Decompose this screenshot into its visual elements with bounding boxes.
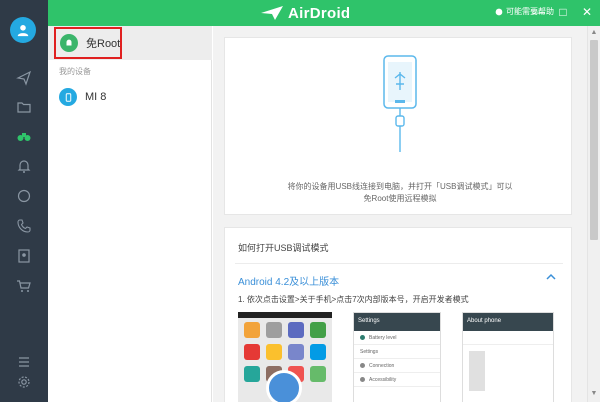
window-controls: — □ ✕ [532,3,594,21]
phone-device-icon [59,88,77,106]
user-icon [17,25,29,37]
brand-logo: AirDroid [260,3,350,23]
scroll-down-icon[interactable]: ▼ [590,390,598,398]
settings-app-icon [266,370,302,402]
vertical-scrollbar[interactable]: ▲ ▼ [587,26,600,402]
menu-icon[interactable] [14,352,34,372]
chat-icon[interactable] [14,186,34,206]
cart-icon[interactable] [14,276,34,296]
avatar[interactable] [10,17,36,43]
android-version-section[interactable]: Android 4.2及以上版本 [238,273,339,288]
scroll-up-icon[interactable]: ▲ [590,29,598,37]
send-icon[interactable] [14,68,34,88]
usb-instructions-line2: 免Root使用远程模拟 [363,194,437,203]
chevron-up-icon[interactable] [545,271,557,283]
settings-row: Accessibility [354,373,440,387]
settings-row: Battery level [354,331,440,345]
bell-icon[interactable] [14,156,34,176]
device-name: MI 8 [85,91,107,103]
my-devices-label: 我的设备 [59,67,91,76]
left-nav [0,0,48,402]
contacts-icon[interactable] [14,246,34,266]
minimize-button[interactable]: — [532,3,546,21]
settings-row: Settings [354,345,440,359]
about-phone-header: About phone [463,313,553,331]
folder-icon[interactable] [14,97,34,117]
usb-debug-guide-card: 如何打开USB调试模式 Android 4.2及以上版本 1. 依次点击设置>关… [224,227,572,402]
help-icon [495,8,503,15]
scroll-thumb[interactable] [590,40,598,240]
usb-phone-illustration [383,55,417,152]
list-item-device[interactable]: MI 8 [48,82,212,112]
divider [235,263,563,264]
about-placeholder [469,351,485,391]
device-list-panel: 免Root 我的设备 MI 8 [48,26,212,402]
screenshot-about-phone: About phone [462,312,554,402]
phone-icon[interactable] [14,216,34,236]
usb-connect-card: 将你的设备用USB线连接到电脑，并打开「USB调试模式」可以 免Root使用远程… [224,37,572,215]
highlight-box [54,27,122,59]
guide-title: 如何打开USB调试模式 [238,243,329,253]
screenshot-settings: Settings Battery level Settings Connecti… [353,312,441,402]
title-bar: AirDroid 可能需要帮助 — □ ✕ [48,0,600,26]
brand-name: AirDroid [288,4,351,22]
airdroid-logo-icon [261,6,283,20]
close-button[interactable]: ✕ [580,3,594,21]
screenshot-app-drawer [238,312,332,402]
about-row [463,331,553,345]
step-1-text: 1. 依次点击设置>关于手机>点击7次内部版本号，开启开发者模式 [238,295,469,304]
binoculars-icon[interactable] [14,126,34,146]
airdroid-window: AirDroid 可能需要帮助 — □ ✕ 免Root 我的设备 MI 8 将你… [0,0,600,402]
settings-gear-icon[interactable] [14,372,34,392]
main-content: 将你的设备用USB线连接到电脑，并打开「USB调试模式」可以 免Root使用远程… [213,26,587,402]
settings-header: Settings [354,313,440,331]
maximize-button[interactable]: □ [556,3,570,21]
settings-row: Connection [354,359,440,373]
usb-instructions-line1: 将你的设备用USB线连接到电脑，并打开「USB调试模式」可以 [287,182,513,191]
usb-instructions: 将你的设备用USB线连接到电脑，并打开「USB调试模式」可以 免Root使用远程… [265,181,535,205]
